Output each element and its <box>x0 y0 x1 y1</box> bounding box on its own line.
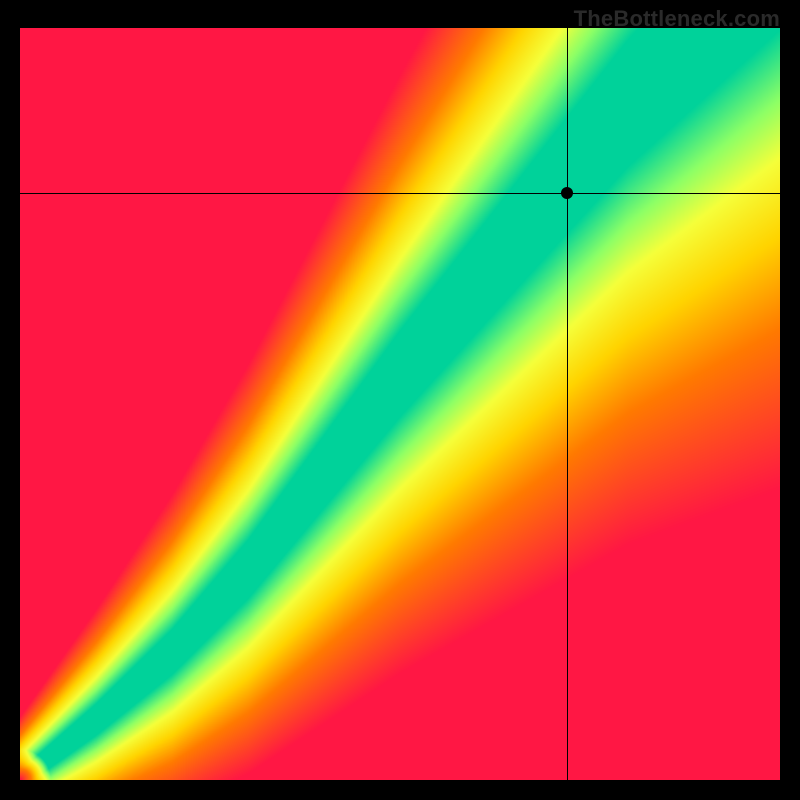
watermark-label: TheBottleneck.com <box>574 6 780 32</box>
crosshair-horizontal <box>20 193 780 194</box>
crosshair-vertical <box>567 28 568 780</box>
plot-area <box>20 28 780 780</box>
heatmap-canvas <box>20 28 780 780</box>
data-point-marker <box>561 187 573 199</box>
bottleneck-heatmap-chart: TheBottleneck.com <box>0 0 800 800</box>
